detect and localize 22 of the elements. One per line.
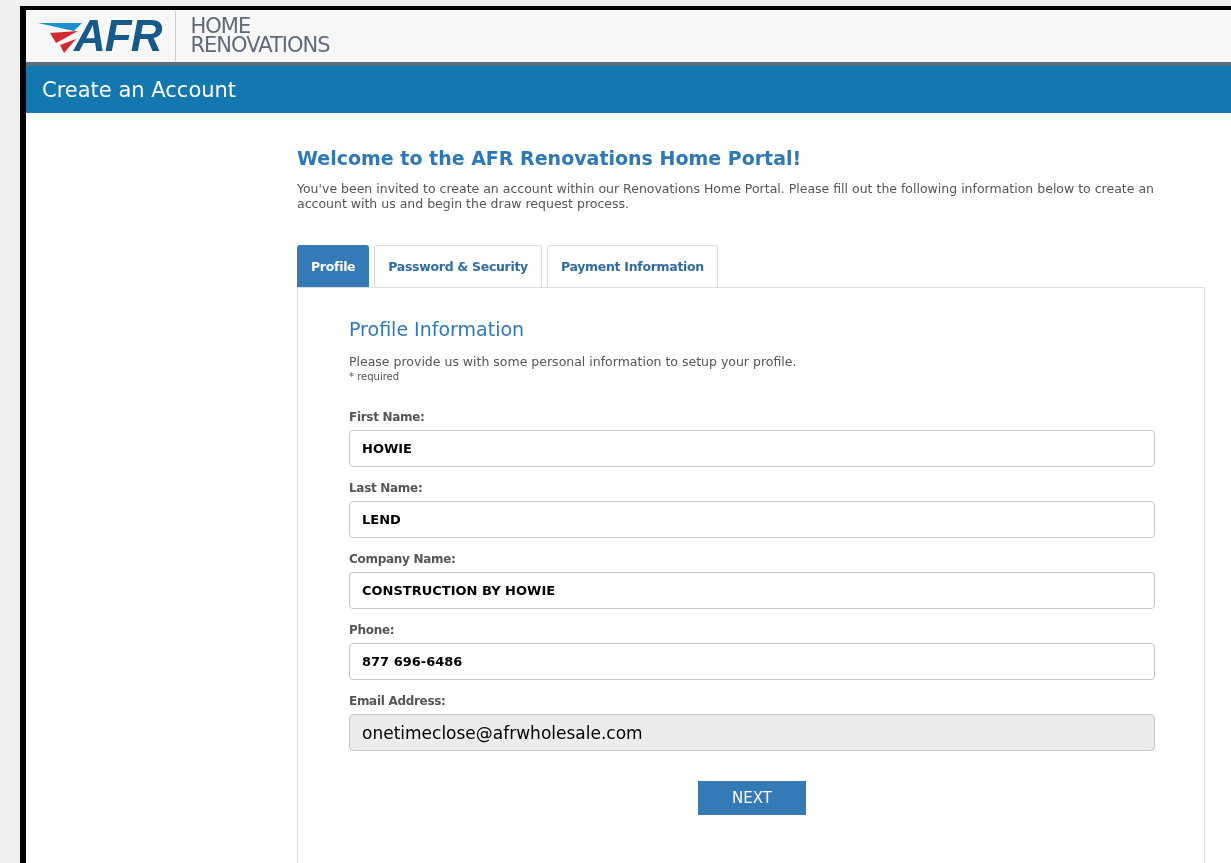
input-field[interactable]: HOWIE — [349, 430, 1155, 467]
field-label: Last Name: — [349, 481, 424, 495]
intro-text: You've been invited to create an account within our Renovations Home Portal. Please fill out the following information below to create an account with us and begin the draw request process. — [297, 181, 1155, 211]
tab[interactable]: Payment Information — [546, 245, 718, 287]
next-button[interactable]: NEXT — [698, 781, 806, 815]
logo-text: HOME — [190, 17, 251, 36]
field-label: Company Name: — [349, 552, 457, 566]
welcome-heading: Welcome to the AFR Renovations Home Portal! — [297, 147, 803, 169]
field-label: Phone: — [349, 623, 396, 637]
logo-brand: AFR — [74, 14, 162, 58]
field-label: First Name: — [349, 410, 426, 424]
required-note: * required — [349, 371, 401, 382]
input-field[interactable]: LEND — [349, 501, 1155, 538]
logo-text: RENOVATIONS — [190, 36, 330, 55]
tab[interactable]: Profile — [297, 245, 370, 287]
field-label: Email Address: — [349, 694, 447, 708]
section-description: Please provide us with some personal information to setup your profile. — [349, 354, 798, 369]
page-title: Create an Account — [42, 77, 237, 102]
input-field[interactable]: 877 696-6486 — [349, 643, 1155, 680]
input-field[interactable]: CONSTRUCTION BY HOWIE — [349, 572, 1155, 609]
section-heading: Profile Information — [349, 318, 526, 340]
tab[interactable]: Password & Security — [374, 245, 542, 287]
